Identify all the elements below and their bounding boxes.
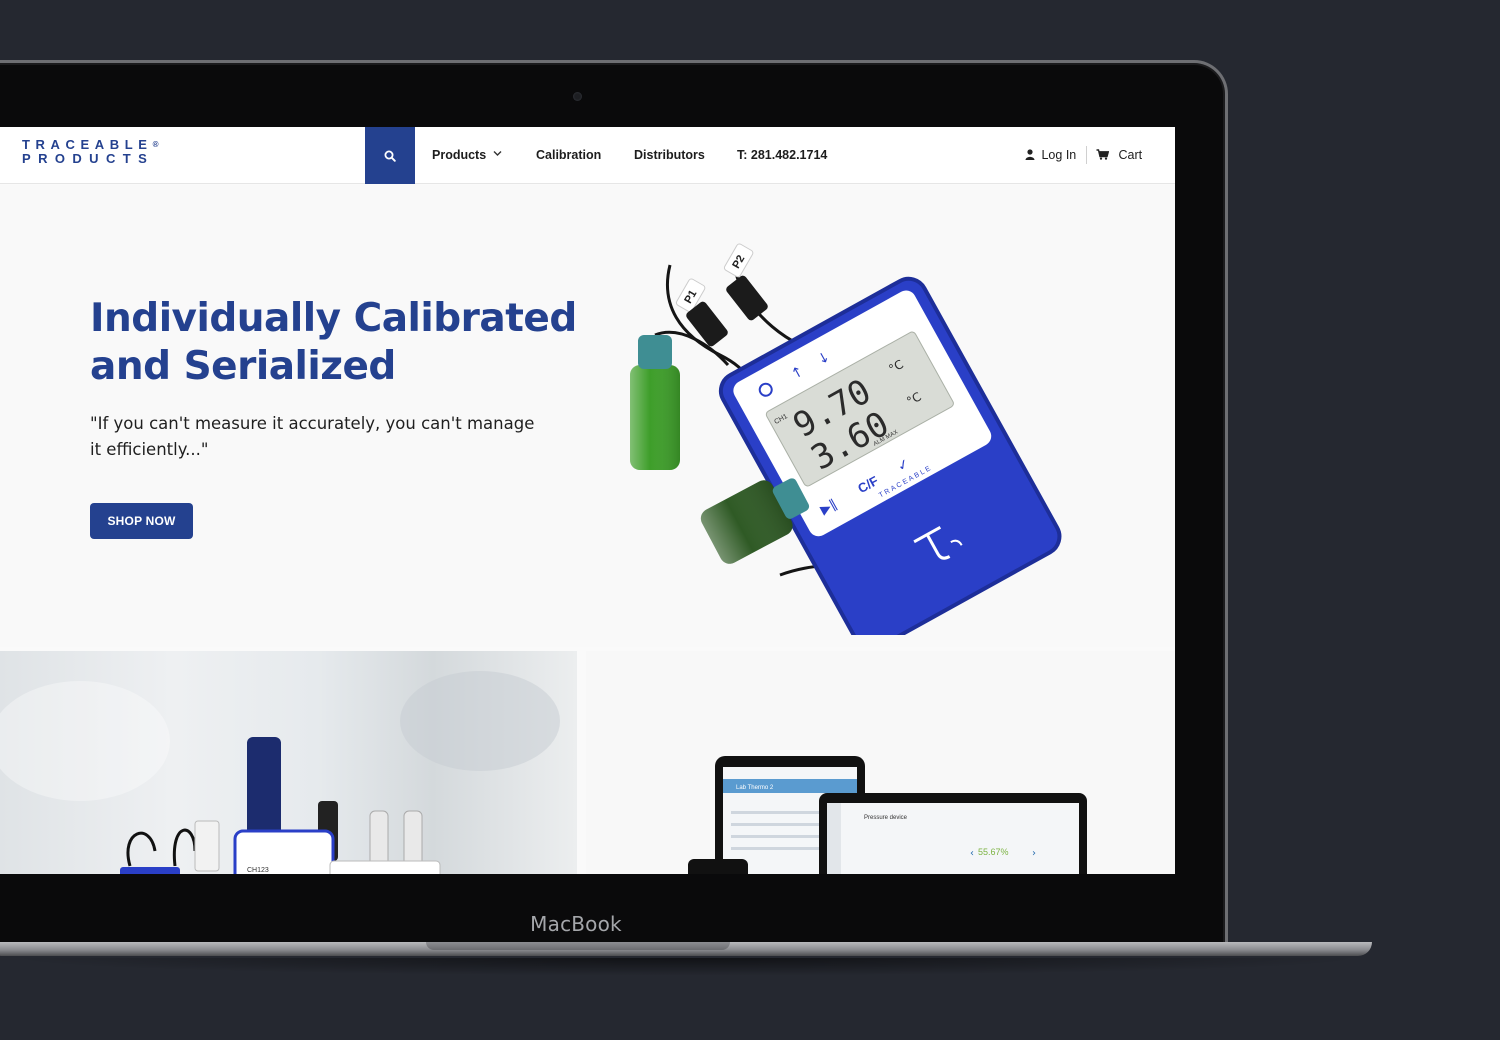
search-button[interactable] xyxy=(365,127,415,184)
nav-products[interactable]: Products xyxy=(432,148,486,162)
cart-link[interactable]: Cart xyxy=(1096,148,1142,162)
laptop-title: Pressure device xyxy=(864,815,908,821)
header-divider xyxy=(1086,146,1087,164)
svg-text:›: › xyxy=(1032,848,1036,859)
logo-line2: PRODUCTS xyxy=(22,151,155,166)
logo-line1: TRACEABLE xyxy=(22,137,153,152)
nav-phone[interactable]: T: 281.482.1714 xyxy=(737,148,827,162)
lineup-display-text: CH123 xyxy=(247,867,269,874)
site-header: TRACEABLE® PRODUCTS Products Calibration… xyxy=(0,127,1175,184)
camera-icon xyxy=(573,92,582,101)
search-icon xyxy=(384,150,396,162)
software-devices-image: Lab Thermo 2 Pressure device 55.67% ‹ › xyxy=(688,756,1087,874)
laptop-hinge-notch xyxy=(426,942,730,950)
shop-now-button[interactable]: SHOP NOW xyxy=(90,503,193,539)
hero-quote: "If you can't measure it accurately, you… xyxy=(90,414,535,459)
svg-text:‹: ‹ xyxy=(970,848,974,859)
logo-registered: ® xyxy=(152,140,159,149)
user-icon xyxy=(1025,149,1035,160)
tablet-title: Lab Thermo 2 xyxy=(736,785,774,791)
hero-title: Individually Calibrated and Serialized xyxy=(90,295,610,391)
macbook-label: MacBook xyxy=(530,912,622,936)
product-lineup-image: CH123 xyxy=(0,671,560,874)
login-link[interactable]: Log In xyxy=(1025,148,1076,162)
hero-section: Individually Calibrated and Serialized "… xyxy=(0,185,1175,647)
product-lineup-panel[interactable]: CH123 xyxy=(0,651,577,874)
cart-label: Cart xyxy=(1118,148,1143,162)
product-image: P1 P2 ↑ ↓ 9.70 °C 3.60 °C CH1 ALM MAX ▶‖… xyxy=(630,243,1062,635)
cart-icon xyxy=(1096,149,1110,160)
nav-calibration[interactable]: Calibration xyxy=(536,148,601,162)
hero-title-line1: Individually Calibrated xyxy=(90,296,577,341)
chevron-down-icon[interactable] xyxy=(493,150,502,157)
login-label: Log In xyxy=(1041,148,1077,162)
logo[interactable]: TRACEABLE® PRODUCTS xyxy=(22,138,158,166)
browser-screen: TRACEABLE® PRODUCTS Products Calibration… xyxy=(0,127,1175,874)
laptop-shadow xyxy=(0,958,1372,976)
nav-distributors[interactable]: Distributors xyxy=(634,148,705,162)
laptop-reading: 55.67% xyxy=(978,847,1009,857)
software-panel[interactable]: Lab Thermo 2 Pressure device 55.67% ‹ › xyxy=(586,651,1175,874)
hero-title-line2: and Serialized xyxy=(90,344,396,389)
